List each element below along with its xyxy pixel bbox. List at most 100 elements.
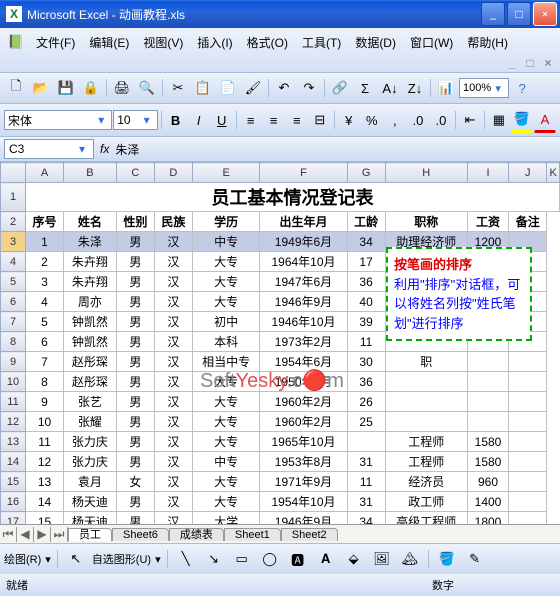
data-cell[interactable]: 13 [26, 472, 64, 492]
data-cell[interactable]: 大专 [192, 492, 260, 512]
col-header[interactable]: K [547, 163, 560, 183]
help-icon[interactable]: ? [510, 76, 534, 100]
undo-icon[interactable]: ↶ [272, 76, 296, 100]
sheet-tab[interactable]: 成绩表 [169, 528, 224, 541]
data-cell[interactable] [509, 432, 547, 452]
open-icon[interactable]: 📂 [29, 76, 53, 100]
data-cell[interactable]: 男 [116, 312, 154, 332]
menu-file[interactable]: 文件(F) [30, 32, 81, 53]
data-cell[interactable]: 男 [116, 272, 154, 292]
sheet-tab[interactable]: Sheet1 [224, 528, 281, 541]
data-cell[interactable] [509, 372, 547, 392]
data-cell[interactable]: 赵彤琛 [64, 352, 117, 372]
data-cell[interactable]: 36 [347, 272, 385, 292]
new-icon[interactable]: 🗋 [4, 76, 28, 100]
inc-decimal-icon[interactable]: .0 [407, 108, 429, 132]
header-cell[interactable]: 工资 [467, 212, 508, 232]
data-cell[interactable]: 汉 [154, 392, 192, 412]
header-cell[interactable]: 民族 [154, 212, 192, 232]
row-header[interactable]: 12 [1, 412, 26, 432]
picture-icon[interactable]: 🏔 [398, 547, 422, 571]
header-cell[interactable]: 姓名 [64, 212, 117, 232]
maximize-button[interactable]: □ [507, 2, 531, 26]
data-cell[interactable]: 汉 [154, 412, 192, 432]
data-cell[interactable]: 大专 [192, 292, 260, 312]
minimize-button[interactable]: _ [481, 2, 505, 26]
data-cell[interactable]: 1800 [467, 512, 508, 525]
data-cell[interactable]: 袁月 [64, 472, 117, 492]
data-cell[interactable]: 男 [116, 512, 154, 525]
textbox-icon[interactable]: 🅰 [286, 547, 310, 571]
row-header[interactable]: 6 [1, 292, 26, 312]
data-cell[interactable]: 汉 [154, 272, 192, 292]
comma-icon[interactable]: , [384, 108, 406, 132]
row-header[interactable]: 10 [1, 372, 26, 392]
data-cell[interactable]: 1400 [467, 492, 508, 512]
data-cell[interactable]: 中专 [192, 232, 260, 252]
data-cell[interactable]: 11 [347, 332, 385, 352]
name-box[interactable]: C3▾ [4, 139, 94, 159]
header-cell[interactable]: 工龄 [347, 212, 385, 232]
data-cell[interactable]: 男 [116, 372, 154, 392]
row-header[interactable]: 17 [1, 512, 26, 525]
data-cell[interactable]: 大专 [192, 372, 260, 392]
data-cell[interactable]: 男 [116, 352, 154, 372]
col-header[interactable]: D [154, 163, 192, 183]
size-combo[interactable]: 10▾ [113, 110, 157, 130]
col-header[interactable]: H [385, 163, 467, 183]
tab-last-icon[interactable]: ⏭ [51, 527, 68, 542]
header-cell[interactable]: 性别 [116, 212, 154, 232]
preview-icon[interactable]: 🔍 [135, 76, 159, 100]
data-cell[interactable]: 男 [116, 412, 154, 432]
col-header[interactable]: C [116, 163, 154, 183]
data-cell[interactable]: 政工师 [385, 492, 467, 512]
data-cell[interactable] [509, 472, 547, 492]
data-cell[interactable]: 26 [347, 392, 385, 412]
data-cell[interactable]: 汉 [154, 352, 192, 372]
data-cell[interactable]: 汉 [154, 232, 192, 252]
data-cell[interactable]: 1950年2月 [260, 372, 347, 392]
col-header[interactable]: E [192, 163, 260, 183]
data-cell[interactable]: 汉 [154, 372, 192, 392]
data-cell[interactable]: 1965年10月 [260, 432, 347, 452]
data-cell[interactable]: 男 [116, 392, 154, 412]
data-cell[interactable]: 1946年9月 [260, 292, 347, 312]
row-header[interactable]: 9 [1, 352, 26, 372]
data-cell[interactable]: 大专 [192, 432, 260, 452]
align-left-icon[interactable]: ≡ [240, 108, 262, 132]
col-header[interactable]: G [347, 163, 385, 183]
clipart-icon[interactable]: 🖼 [370, 547, 394, 571]
data-cell[interactable]: 11 [26, 432, 64, 452]
header-cell[interactable]: 备注 [509, 212, 547, 232]
data-cell[interactable]: 1954年6月 [260, 352, 347, 372]
data-cell[interactable]: 1947年6月 [260, 272, 347, 292]
data-cell[interactable]: 汉 [154, 432, 192, 452]
col-header[interactable]: F [260, 163, 347, 183]
data-cell[interactable]: 大专 [192, 472, 260, 492]
wordart-icon[interactable]: 𝐀 [314, 547, 338, 571]
data-cell[interactable]: 36 [347, 372, 385, 392]
font-color-icon[interactable]: A [534, 107, 556, 133]
rect-icon[interactable]: ▭ [230, 547, 254, 571]
data-cell[interactable]: 汉 [154, 292, 192, 312]
permission-icon[interactable]: 🔒 [79, 76, 103, 100]
data-cell[interactable]: 相当中专 [192, 352, 260, 372]
data-cell[interactable]: 34 [347, 512, 385, 525]
wb-minimize-button[interactable]: _ [504, 56, 520, 70]
data-cell[interactable]: 钟凯然 [64, 332, 117, 352]
tab-prev-icon[interactable]: ◀ [17, 527, 34, 542]
data-cell[interactable]: 朱卉翔 [64, 272, 117, 292]
menu-tools[interactable]: 工具(T) [296, 32, 347, 53]
header-cell[interactable]: 出生年月 [260, 212, 347, 232]
data-cell[interactable]: 周亦 [64, 292, 117, 312]
data-cell[interactable]: 男 [116, 432, 154, 452]
row-header[interactable]: 13 [1, 432, 26, 452]
data-cell[interactable]: 34 [347, 232, 385, 252]
tab-first-icon[interactable]: ⏮ [0, 527, 17, 542]
indent-icon[interactable]: ⇤ [459, 108, 481, 132]
data-cell[interactable] [385, 392, 467, 412]
data-cell[interactable]: 9 [26, 392, 64, 412]
underline-icon[interactable]: U [211, 108, 233, 132]
title-cell[interactable]: 员工基本情况登记表 [26, 183, 560, 212]
data-cell[interactable]: 张力庆 [64, 432, 117, 452]
